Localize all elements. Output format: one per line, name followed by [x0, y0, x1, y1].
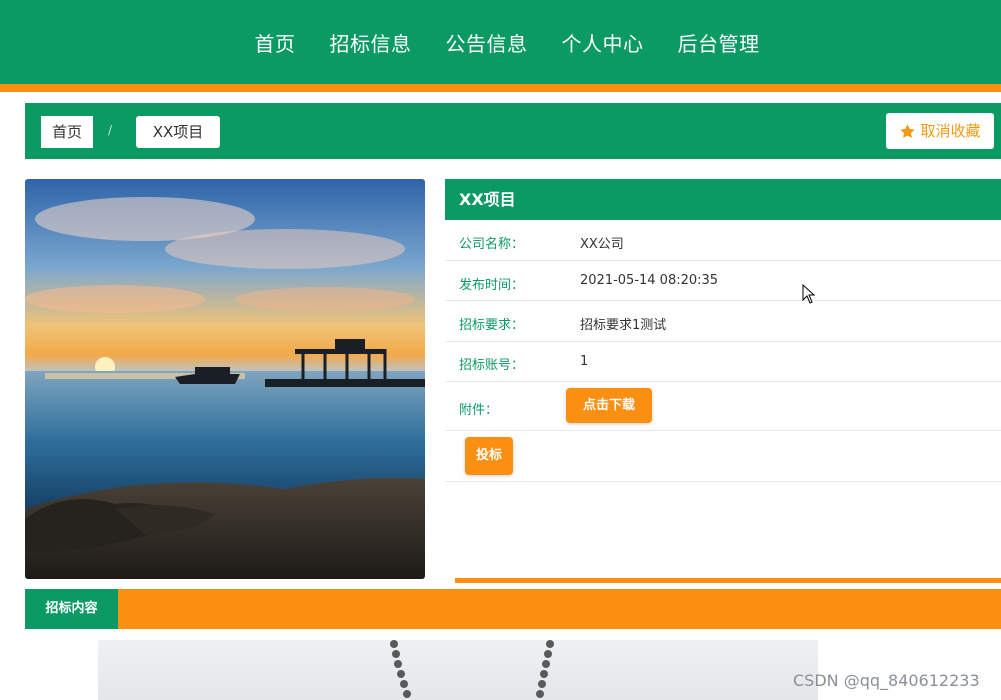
info-row-bid	[445, 431, 1001, 482]
info-label: 招标账号：	[459, 358, 525, 373]
star-icon	[900, 123, 916, 138]
content-image	[98, 640, 818, 700]
info-value: 1	[580, 354, 589, 369]
nav-item-admin[interactable]: 后台管理	[678, 28, 760, 57]
breadcrumb-home-link[interactable]: 首页	[41, 116, 93, 148]
top-navigation-bar: 首页 招标信息 公告信息 个人中心 后台管理	[0, 0, 1001, 84]
content-tab-bar: 招标内容	[25, 589, 1001, 629]
info-row-account: 招标账号： 1	[445, 342, 1001, 382]
info-value: 2021-05-14 08:20:35	[580, 273, 719, 288]
watermark: CSDN @qq_840612233	[793, 671, 980, 690]
info-row-requirements: 招标要求： 招标要求1测试	[445, 301, 1001, 342]
unfavorite-button[interactable]: 取消收藏	[886, 113, 994, 149]
mouse-cursor-icon	[802, 283, 816, 308]
nav-item-announcements[interactable]: 公告信息	[446, 28, 528, 57]
breadcrumb: 首页 / XX项目 取消收藏	[25, 103, 1001, 159]
info-row-company: 公司名称： XX公司	[445, 220, 1001, 261]
bid-button[interactable]: 投标	[465, 437, 513, 475]
nav-item-personal-center[interactable]: 个人中心	[562, 28, 644, 57]
nav-item-bidding-info[interactable]: 招标信息	[330, 28, 412, 57]
nav-item-home[interactable]: 首页	[255, 28, 296, 57]
info-label: 发布时间：	[459, 278, 525, 293]
info-row-publish-time: 发布时间： 2021-05-14 08:20:35	[445, 261, 1001, 301]
info-label: 附件：	[459, 403, 499, 418]
info-panel-accent-strip	[455, 578, 1001, 583]
breadcrumb-separator: /	[108, 123, 113, 137]
info-value: XX公司	[580, 237, 624, 252]
info-label: 公司名称：	[459, 237, 525, 252]
info-row-attachment: 附件：	[445, 382, 1001, 431]
download-button[interactable]: 点击下载	[566, 388, 652, 423]
project-photo	[25, 179, 425, 579]
info-value: 招标要求1测试	[580, 318, 667, 333]
nav-menu: 首页 招标信息 公告信息 个人中心 后台管理	[0, 0, 1001, 84]
nav-accent-strip	[0, 84, 1001, 92]
project-title: XX项目	[445, 179, 1001, 220]
info-label: 招标要求：	[459, 318, 525, 333]
breadcrumb-current: XX项目	[136, 116, 220, 148]
unfavorite-label: 取消收藏	[920, 122, 981, 140]
tab-bidding-content[interactable]: 招标内容	[25, 589, 118, 629]
